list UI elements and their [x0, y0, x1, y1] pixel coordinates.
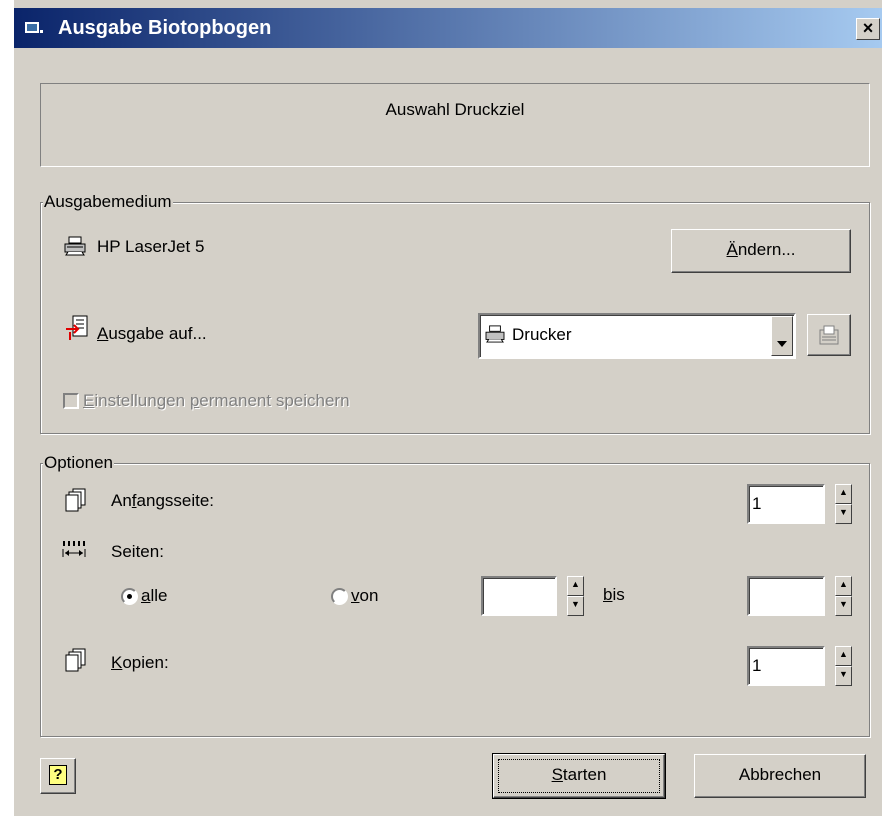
close-button[interactable]: × — [856, 18, 880, 40]
radio-all-circle[interactable] — [121, 588, 138, 605]
radio-all-label-rest: lle — [150, 586, 168, 605]
output-label-accel: A — [97, 324, 109, 343]
start-page-value: 1 — [752, 494, 762, 513]
start-button[interactable]: Starten — [492, 753, 666, 799]
header-panel: Auswahl Druckziel — [40, 83, 870, 167]
spin-down-button[interactable]: ▼ — [567, 596, 584, 616]
close-icon: × — [862, 18, 874, 38]
change-button-label: ndern... — [737, 240, 796, 259]
copies-value: 1 — [752, 656, 762, 675]
copies-label-rest: opien: — [122, 653, 169, 672]
start-page-label-post: angsseite: — [136, 491, 215, 510]
group-legend-optionen: Optionen — [43, 453, 114, 473]
copies-input[interactable]: 1 — [747, 646, 825, 686]
focus-rect — [498, 759, 660, 793]
save-label-mid: instellungen — [94, 391, 190, 410]
print-dialog: Ausgabe Biotopbogen × Auswahl Druckziel … — [12, 0, 882, 816]
start-page-label: Anfangsseite: — [111, 491, 214, 511]
select-printer-icon — [484, 325, 506, 348]
output-select-value: Drucker — [512, 325, 572, 344]
printer-properties-button[interactable] — [807, 314, 851, 356]
group-ausgabemedium: Ausgabemedium HP LaserJet 5 Ändern... Au… — [40, 192, 870, 434]
radio-von-label: von — [351, 586, 378, 606]
app-icon — [24, 20, 46, 36]
spin-up-button[interactable]: ▲ — [835, 576, 852, 596]
output-label-text: usgabe auf... — [108, 324, 207, 343]
chevron-down-icon — [777, 332, 787, 352]
bis-label: bis — [603, 585, 625, 605]
start-page-input[interactable]: 1 — [747, 484, 825, 524]
pages-label: Seiten: — [111, 542, 164, 561]
save-permanent-label: Einstellungen permanent speichern — [83, 391, 350, 411]
spin-down-button[interactable]: ▼ — [835, 596, 852, 616]
radio-von-accel: v — [351, 586, 360, 605]
radio-von-circle[interactable] — [331, 588, 348, 605]
spin-down-button[interactable]: ▼ — [835, 504, 852, 524]
spin-up-button[interactable]: ▲ — [835, 484, 852, 504]
bis-input[interactable] — [747, 576, 825, 616]
cancel-button[interactable]: Abbrechen — [694, 754, 866, 798]
pages-icon — [61, 540, 89, 563]
group-optionen: Optionen Anfangsseite: 1 ▲ ▼ Seiten: all… — [40, 453, 870, 737]
window-title: Ausgabe Biotopbogen — [58, 17, 272, 39]
copies-label: Kopien: — [111, 653, 169, 673]
checkbox-box[interactable] — [63, 393, 79, 409]
cancel-button-label: Abbrechen — [738, 765, 822, 784]
change-button-accel: Ä — [726, 240, 738, 259]
save-label-accel: E — [83, 391, 95, 410]
copies-icon — [65, 648, 87, 677]
spin-down-button[interactable]: ▼ — [835, 666, 852, 686]
von-input[interactable] — [481, 576, 557, 616]
properties-icon — [818, 324, 842, 351]
header-text: Auswahl Druckziel — [385, 100, 525, 119]
output-select[interactable]: Drucker — [478, 313, 796, 359]
bis-label-rest: is — [612, 585, 625, 604]
start-page-label-pre: An — [111, 491, 132, 510]
copies-label-accel: K — [111, 653, 123, 672]
printer-icon — [63, 236, 87, 261]
output-label: Ausgabe auf... — [97, 324, 207, 344]
output-document-icon — [65, 315, 89, 346]
save-label-accel2: p — [189, 391, 200, 410]
dropdown-arrow-button[interactable] — [771, 316, 793, 356]
radio-all-dot — [127, 594, 132, 599]
spin-up-button[interactable]: ▲ — [567, 576, 584, 596]
title-bar[interactable]: Ausgabe Biotopbogen × — [14, 8, 882, 48]
printer-name: HP LaserJet 5 — [97, 237, 205, 256]
group-legend-ausgabemedium: Ausgabemedium — [43, 192, 173, 212]
change-printer-button[interactable]: Ändern... — [671, 229, 851, 273]
copies-icon — [65, 488, 87, 517]
help-icon: ? — [49, 765, 67, 785]
radio-all-label: alle — [141, 586, 167, 606]
spin-up-button[interactable]: ▲ — [835, 646, 852, 666]
radio-von-label-rest: on — [359, 586, 379, 605]
save-label-post: ermanent speichern — [199, 391, 350, 410]
help-button[interactable]: ? — [40, 758, 76, 794]
